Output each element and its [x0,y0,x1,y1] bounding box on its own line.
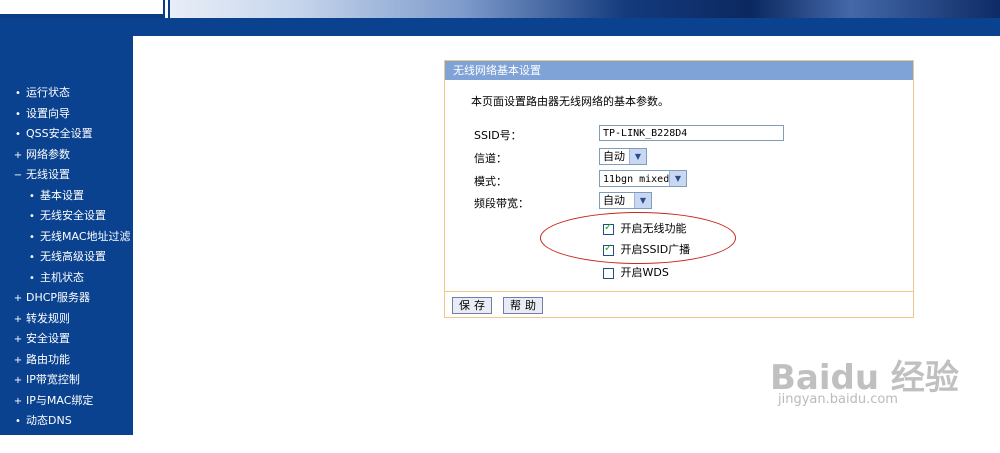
bullet-icon: • [12,84,24,105]
bullet-icon: • [26,187,38,208]
expand-icon: + [12,351,24,372]
mode-select[interactable]: 11bgn mixed ▼ [599,170,687,187]
enable-wds-row[interactable]: 开启WDS [603,264,669,280]
channel-label: 信道： [474,150,507,166]
watermark-url: jingyan.baidu.com [778,392,898,407]
banner-divider [165,0,168,18]
sidebar-item[interactable]: •主机状态 [0,268,133,289]
expand-icon: + [12,371,24,392]
ssid-label: SSID号： [474,127,522,143]
sidebar-item[interactable]: +DHCP服务器 [0,288,133,309]
sidebar-item-label: IP与MAC绑定 [26,394,93,407]
expand-icon: + [12,392,24,413]
channel-select[interactable]: 自动 ▼ [599,148,647,165]
sidebar-item-label: 网络参数 [26,148,70,161]
bandwidth-label: 频段带宽： [474,195,529,211]
sidebar-item-label: 安全设置 [26,332,70,345]
sidebar-item-label: 基本设置 [40,189,84,202]
header-band [0,18,1000,36]
sidebar-item-label: 主机状态 [40,271,84,284]
sidebar-item[interactable]: +网络参数 [0,145,133,166]
sidebar-item[interactable]: •基本设置 [0,186,133,207]
bullet-icon: • [12,105,24,126]
sidebar-item-label: 转发规则 [26,312,70,325]
sidebar: •运行状态•设置向导•QSS安全设置+网络参数−无线设置•基本设置•无线安全设置… [0,36,133,435]
bandwidth-select[interactable]: 自动 ▼ [599,192,652,209]
wireless-basic-settings-panel: 无线网络基本设置 本页面设置路由器无线网络的基本参数。 SSID号： TP-LI… [444,60,914,318]
expand-icon: + [12,330,24,351]
header-banner [0,0,1000,36]
mode-label: 模式： [474,173,507,189]
sidebar-item-label: 无线安全设置 [40,209,106,222]
sidebar-item[interactable]: •无线MAC地址过滤 [0,227,133,248]
enable-wds-label: 开启WDS [621,266,669,279]
expand-icon: + [12,289,24,310]
bandwidth-select-value: 自动 [603,194,625,207]
bullet-icon: • [26,207,38,228]
bullet-icon: • [12,412,24,433]
sidebar-item[interactable]: •设置向导 [0,104,133,125]
sidebar-item[interactable]: +安全设置 [0,329,133,350]
collapse-icon: − [12,166,24,187]
help-button[interactable]: 帮助 [503,297,543,314]
sidebar-item-label: 无线设置 [26,168,70,181]
ssid-input[interactable]: TP-LINK_B228D4 [599,125,784,141]
annotation-oval [540,212,736,264]
banner-image [170,0,1000,18]
sidebar-item-label: 运行状态 [26,86,70,99]
sidebar-item[interactable]: •无线高级设置 [0,247,133,268]
expand-icon: + [12,310,24,331]
enable-wds-checkbox[interactable] [603,268,614,279]
panel-title: 无线网络基本设置 [445,61,913,80]
chevron-down-icon[interactable]: ▼ [669,171,686,186]
panel-description: 本页面设置路由器无线网络的基本参数。 [471,93,669,109]
expand-icon: + [12,146,24,167]
bullet-icon: • [26,228,38,249]
bullet-icon: • [26,248,38,269]
panel-footer: 保存 帮助 [445,291,913,318]
sidebar-item-label: 系统工具 [26,435,70,448]
sidebar-item-label: 路由功能 [26,353,70,366]
chevron-down-icon[interactable]: ▼ [629,149,646,164]
expand-icon: + [12,433,24,453]
chevron-down-icon[interactable]: ▼ [634,193,651,208]
sidebar-item-label: 设置向导 [26,107,70,120]
sidebar-item-label: 无线高级设置 [40,250,106,263]
header-left-blank [0,0,163,14]
sidebar-item-label: IP带宽控制 [26,373,80,386]
sidebar-item-label: 无线MAC地址过滤 [40,230,131,243]
sidebar-item-label: 动态DNS [26,414,72,427]
sidebar-item[interactable]: •无线安全设置 [0,206,133,227]
sidebar-item[interactable]: +IP带宽控制 [0,370,133,391]
sidebar-item[interactable]: +IP与MAC绑定 [0,391,133,412]
sidebar-item[interactable]: +路由功能 [0,350,133,371]
sidebar-item-label: QSS安全设置 [26,127,93,140]
bullet-icon: • [26,269,38,290]
sidebar-item-label: DHCP服务器 [26,291,90,304]
sidebar-item[interactable]: •动态DNS [0,411,133,432]
sidebar-item[interactable]: +转发规则 [0,309,133,330]
sidebar-item[interactable]: •运行状态 [0,83,133,104]
sidebar-nav: •运行状态•设置向导•QSS安全设置+网络参数−无线设置•基本设置•无线安全设置… [0,83,133,452]
sidebar-item[interactable]: •QSS安全设置 [0,124,133,145]
sidebar-item[interactable]: −无线设置 [0,165,133,186]
bullet-icon: • [12,125,24,146]
save-button[interactable]: 保存 [452,297,492,314]
mode-select-value: 11bgn mixed [603,174,669,185]
channel-select-value: 自动 [603,150,625,163]
